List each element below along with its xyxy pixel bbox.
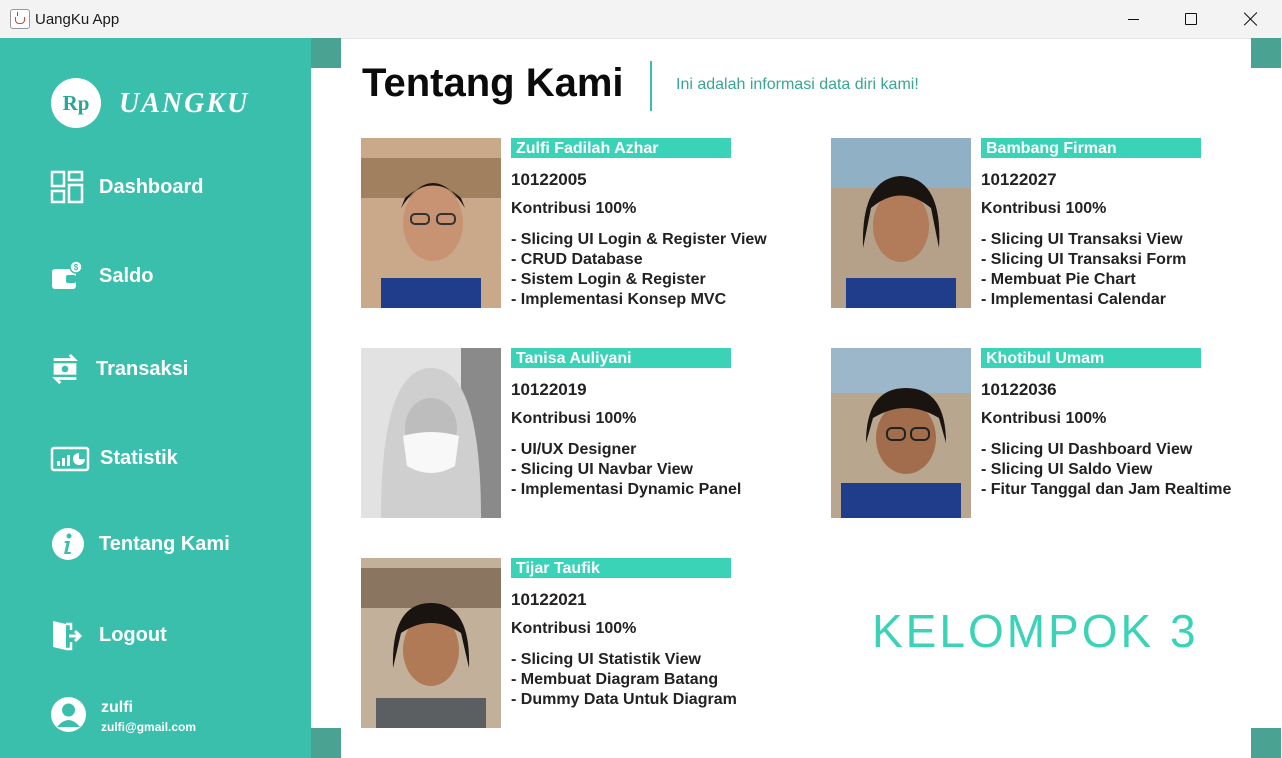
member-card: Tanisa Auliyani 10122019 Kontribusi 100%… (361, 348, 801, 518)
member-contribution: Kontribusi 100% (511, 410, 637, 427)
avatar (51, 697, 86, 732)
member-name: Bambang Firman (981, 138, 1201, 158)
window-title: UangKu App (35, 11, 120, 28)
main-content: Tentang Kami Ini adalah informasi data d… (311, 38, 1282, 758)
sidebar-item-statistik[interactable]: Statistik (0, 433, 311, 483)
task-item: - Slicing UI Login & Register View (511, 231, 767, 248)
task-item: - Sistem Login & Register (511, 271, 706, 288)
task-list: - UI/UX Designer - Slicing UI Navbar Vie… (511, 440, 741, 500)
sidebar-item-label: Statistik (100, 447, 178, 469)
chart-icon (50, 446, 90, 472)
user-name: zulfi (101, 699, 133, 716)
task-item: - Slicing UI Saldo View (981, 461, 1153, 478)
sidebar-item-label: Logout (99, 624, 167, 646)
task-list: - Slicing UI Statistik View - Membuat Di… (511, 650, 737, 710)
page-title: Tentang Kami (362, 61, 624, 105)
member-contribution: Kontribusi 100% (981, 410, 1107, 427)
user-email: zulfi@gmail.com (101, 720, 197, 734)
member-contribution: Kontribusi 100% (511, 620, 637, 637)
member-name: Khotibul Umam (981, 348, 1201, 368)
task-item: - Fitur Tanggal dan Jam Realtime (981, 481, 1232, 498)
member-card: Tijar Taufik 10122021 Kontribusi 100% - … (361, 558, 801, 728)
member-photo (361, 348, 501, 518)
minimize-icon (1127, 18, 1139, 20)
user-icon (57, 703, 80, 727)
sidebar-item-label: Transaksi (96, 358, 189, 380)
member-photo (831, 138, 971, 308)
brand-name: UANGKU (119, 88, 250, 119)
member-photo (361, 138, 501, 308)
member-contribution: Kontribusi 100% (511, 200, 637, 217)
title-bar: UangKu App (0, 0, 1282, 39)
member-nim: 10122021 (511, 590, 587, 609)
member-nim: 10122005 (511, 170, 587, 189)
svg-text:$: $ (74, 263, 79, 272)
task-item: - Membuat Pie Chart (981, 271, 1136, 288)
member-nim: 10122036 (981, 380, 1057, 399)
sidebar-item-tentang-kami[interactable]: Tentang Kami (0, 519, 311, 569)
transfer-arrows-icon (52, 353, 78, 385)
wallet-icon: $ (52, 260, 83, 289)
sidebar-item-label: Dashboard (99, 176, 204, 198)
task-list: - Slicing UI Transaksi View - Slicing UI… (981, 230, 1186, 310)
maximize-icon (1185, 13, 1197, 25)
member-nim: 10122027 (981, 170, 1057, 189)
page-subtitle: Ini adalah informasi data diri kami! (676, 76, 919, 93)
java-cup-icon (10, 9, 30, 29)
info-icon (52, 528, 84, 560)
member-card: Zulfi Fadilah Azhar 10122005 Kontribusi … (361, 138, 801, 308)
task-item: - Slicing UI Transaksi View (981, 231, 1183, 248)
minimize-button[interactable] (1104, 0, 1162, 38)
member-name: Tijar Taufik (511, 558, 731, 578)
task-list: - Slicing UI Login & Register View - CRU… (511, 230, 767, 310)
app-window: UangKu App Rp UANGKU Dashboard $ Saldo T… (0, 0, 1282, 758)
member-card: Khotibul Umam 10122036 Kontribusi 100% -… (831, 348, 1271, 518)
task-item: - Slicing UI Transaksi Form (981, 251, 1187, 268)
task-item: - Slicing UI Navbar View (511, 461, 693, 478)
task-item: - Implementasi Calendar (981, 291, 1166, 308)
member-card: Bambang Firman 10122027 Kontribusi 100% … (831, 138, 1271, 308)
sidebar-item-logout[interactable]: Logout (0, 610, 311, 660)
dashboard-grid-icon (50, 170, 84, 204)
task-item: - Dummy Data Untuk Diagram (511, 691, 737, 708)
task-item: - Slicing UI Statistik View (511, 651, 701, 668)
task-list: - Slicing UI Dashboard View - Slicing UI… (981, 440, 1231, 500)
maximize-button[interactable] (1162, 0, 1220, 38)
sidebar-item-dashboard[interactable]: Dashboard (0, 162, 311, 212)
task-item: - CRUD Database (511, 251, 643, 268)
member-contribution: Kontribusi 100% (981, 200, 1107, 217)
logo-icon: Rp (51, 78, 101, 128)
member-photo (361, 558, 501, 728)
sidebar-item-saldo[interactable]: $ Saldo (0, 251, 311, 301)
sidebar: Rp UANGKU Dashboard $ Saldo Transaksi St… (0, 38, 311, 758)
member-name: Zulfi Fadilah Azhar (511, 138, 731, 158)
sidebar-item-label: Saldo (99, 265, 154, 287)
task-item: - Implementasi Dynamic Panel (511, 481, 742, 498)
member-photo (831, 348, 971, 518)
close-button[interactable] (1222, 0, 1280, 38)
sidebar-item-transaksi[interactable]: Transaksi (0, 344, 311, 394)
task-item: - Membuat Diagram Batang (511, 671, 719, 688)
sidebar-item-label: Tentang Kami (99, 533, 230, 555)
member-name: Tanisa Auliyani (511, 348, 731, 368)
logout-icon (53, 621, 83, 651)
task-item: - UI/UX Designer (511, 441, 637, 458)
task-item: - Slicing UI Dashboard View (981, 441, 1193, 458)
member-nim: 10122019 (511, 380, 587, 399)
group-label: KELOMPOK 3 (872, 605, 1199, 657)
close-icon (1244, 12, 1258, 26)
task-item: - Implementasi Konsep MVC (511, 291, 727, 308)
title-divider (650, 61, 652, 111)
